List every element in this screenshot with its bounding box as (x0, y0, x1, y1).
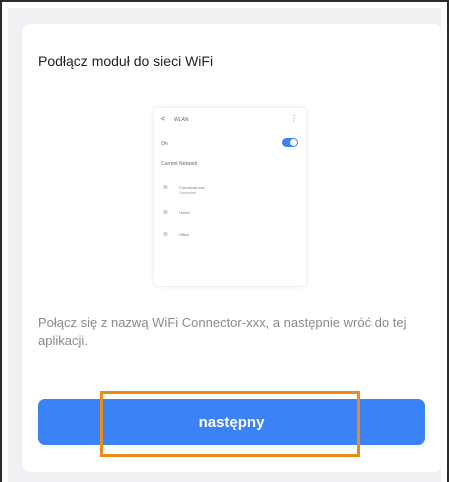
network-row: ≋ Connector-xxx Connected (161, 184, 291, 196)
illustration-screen-title: WLAN (174, 117, 189, 123)
frame-border-left (0, 0, 2, 482)
back-arrow-icon: < (161, 116, 166, 123)
wifi-icon: ≋ (163, 185, 169, 191)
wifi-icon: ≋ (163, 232, 169, 238)
network-row: ≋ Office (161, 231, 291, 243)
network-row: ≋ Home (161, 209, 291, 221)
frame-border-top (0, 0, 449, 2)
page-title: Podłącz moduł do sieci WiFi (38, 53, 214, 69)
network-name: Office (179, 232, 190, 237)
wifi-toggle (282, 138, 298, 147)
more-icon: ⋮ (290, 114, 298, 123)
network-name: Home (179, 210, 190, 215)
instruction-text: Połącz się z nazwą WiFi Connector-xxx, a… (38, 315, 407, 348)
wifi-settings-illustration: < WLAN ⋮ On Current Network ≋ Connector-… (153, 107, 307, 287)
network-status: Connected (179, 191, 196, 195)
wifi-icon: ≋ (163, 210, 169, 216)
illustration-section-label: Current Network (161, 161, 198, 167)
next-button[interactable]: następny (38, 399, 425, 445)
network-name: Connector-xxx (179, 185, 205, 190)
illustration-on-label: On (161, 141, 168, 147)
